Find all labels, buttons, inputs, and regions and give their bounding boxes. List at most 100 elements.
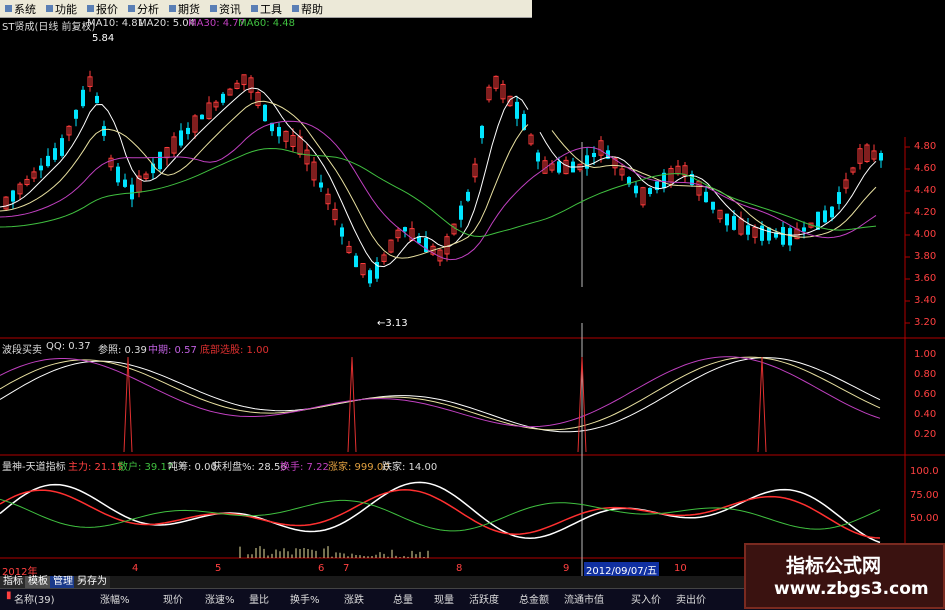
cankao-line — [0, 356, 881, 431]
col-total-amount[interactable]: 总金额 — [519, 591, 549, 606]
timeline-month: 6 — [318, 563, 325, 574]
candle-down — [60, 138, 64, 156]
tab-save-as[interactable]: 另存为 — [74, 576, 110, 588]
col-name[interactable]: 名称(39) — [14, 591, 55, 606]
mid-title: 波段买卖 — [2, 345, 42, 356]
menu-item[interactable]: 帮助 — [287, 0, 328, 17]
diejia-label: 跌家: 14.00 — [382, 462, 438, 473]
tab-manage[interactable]: 管理 — [50, 576, 76, 588]
col-speed[interactable]: 涨速% — [205, 591, 235, 606]
col-total-volume[interactable]: 总量 — [393, 591, 413, 606]
candle-down — [46, 155, 50, 167]
cursor-date: 2012/09/07/五 — [584, 562, 660, 577]
bottom-signal-spike — [123, 356, 133, 453]
candle-down — [760, 225, 764, 241]
watermark-url: www.zbgs3.com — [774, 579, 929, 599]
menu-bar: 系统 功能 报价 分析 期货 资讯 工具 帮助 — [0, 0, 532, 18]
y-tick: 0.80 — [914, 369, 937, 380]
candle-down — [711, 201, 715, 210]
candle-down — [340, 227, 344, 237]
menu-item[interactable]: 功能 — [41, 0, 82, 17]
col-ask[interactable]: 卖出价 — [676, 591, 706, 606]
candle-down — [221, 93, 225, 103]
menu-item-label: 报价 — [96, 2, 118, 16]
low-title: 量神-天道指标 — [2, 462, 66, 473]
y-tick: 100.0 — [910, 466, 939, 477]
y-tick: 1.00 — [914, 349, 937, 360]
candle-down — [557, 161, 561, 173]
menu-icon — [128, 5, 135, 12]
timeline-month: 10 — [674, 563, 687, 574]
menu-item-label: 帮助 — [301, 2, 323, 16]
candle-down — [74, 109, 78, 119]
candle-down — [746, 225, 750, 235]
menu-item[interactable]: 资讯 — [205, 0, 246, 17]
timeline-month: 7 — [343, 563, 350, 574]
candle-down — [277, 127, 281, 137]
menu-icon — [87, 5, 94, 12]
col-volume-ratio[interactable]: 量比 — [249, 591, 269, 606]
candle-down — [725, 213, 729, 226]
zhuli-red-line — [0, 489, 881, 539]
menu-item-label: 分析 — [137, 2, 159, 16]
y-tick: 3.80 — [914, 251, 937, 262]
candle-down — [704, 191, 708, 203]
col-bid[interactable]: 买入价 — [631, 591, 661, 606]
menu-item[interactable]: 工具 — [246, 0, 287, 17]
timeline-month: 5 — [215, 563, 222, 574]
tab-template[interactable]: 模板 — [25, 576, 51, 588]
y-tick: 3.40 — [914, 295, 937, 306]
menu-item-label: 资讯 — [219, 2, 241, 16]
candle-down — [368, 270, 372, 284]
timeline-month: 9 — [563, 563, 570, 574]
col-price[interactable]: 现价 — [163, 591, 183, 606]
y-tick: 0.40 — [914, 409, 937, 420]
y-tick: 3.20 — [914, 317, 937, 328]
col-activity[interactable]: 活跃度 — [469, 591, 499, 606]
menu-item[interactable]: 期货 — [164, 0, 205, 17]
candle-down — [116, 166, 120, 183]
candle-down — [39, 165, 43, 171]
candle-down — [837, 192, 841, 204]
candle-down — [200, 114, 204, 120]
col-turnover[interactable]: 换手% — [290, 591, 320, 606]
candle-down — [732, 216, 736, 230]
col-float-mcap[interactable]: 流通市值 — [564, 591, 604, 606]
candle-down — [186, 127, 190, 135]
stock-chart — [0, 70, 945, 576]
main-title: ST贤成(日线 前复权) — [2, 22, 96, 33]
menu-icon — [292, 5, 299, 12]
menu-item-label: 工具 — [260, 2, 282, 16]
watermark-title: 指标公式网 — [786, 555, 882, 577]
col-change-pct[interactable]: 涨幅% — [100, 591, 130, 606]
ma60-label: MA60: 4.48 — [238, 18, 296, 29]
ma30-label: MA30: 4.77 — [188, 18, 246, 29]
menu-item[interactable]: 分析 — [123, 0, 164, 17]
menu-item[interactable]: 系统 — [0, 0, 41, 17]
candle-down — [123, 179, 127, 187]
candle-down — [515, 101, 519, 119]
ma10-line — [0, 100, 877, 259]
timeline-month: 8 — [456, 563, 463, 574]
y-tick: 3.60 — [914, 273, 937, 284]
candle-down — [648, 187, 652, 195]
menu-icon — [210, 5, 217, 12]
y-tick: 75.00 — [910, 490, 939, 501]
zhongqi-label: 中期: 0.57 — [148, 345, 197, 356]
y-tick: 4.40 — [914, 185, 937, 196]
dibu-label: 底部选股: 1.00 — [200, 345, 269, 356]
col-current-volume[interactable]: 现量 — [434, 591, 454, 606]
tab-indicator[interactable]: 指标 — [0, 576, 26, 588]
ma10-label: MA10: 4.81 — [87, 18, 145, 29]
candle-down — [130, 184, 134, 200]
sort-arrow-icon: ▮ — [6, 590, 12, 601]
candle-down — [95, 95, 99, 104]
candle-down — [466, 191, 470, 201]
y-tick: 0.60 — [914, 389, 937, 400]
candle-down — [53, 148, 57, 160]
qq-label: QQ: 0.37 — [46, 341, 91, 352]
menu-item[interactable]: 报价 — [82, 0, 123, 17]
col-change[interactable]: 涨跌 — [344, 591, 364, 606]
menu-icon — [5, 5, 12, 12]
candle-down — [102, 126, 106, 136]
